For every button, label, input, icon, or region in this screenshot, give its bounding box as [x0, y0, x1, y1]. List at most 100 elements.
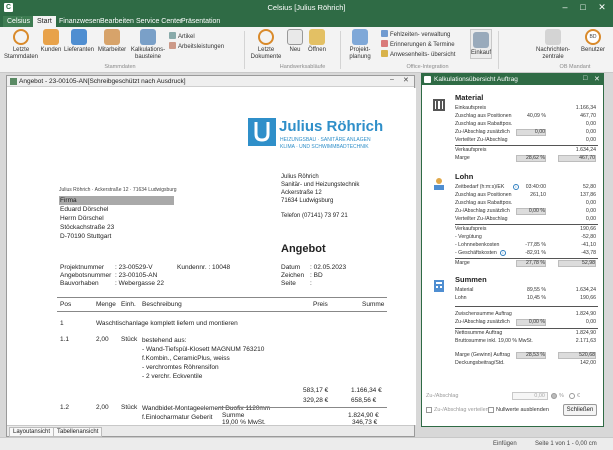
summen-row: Bruttosumme inkl. 19,00 % MwSt. 2.171,63	[455, 338, 596, 344]
shopping-icon	[473, 32, 489, 48]
ribbon-separator	[498, 31, 499, 69]
fehlzeiten-button[interactable]: Fehlzeiten- verwaltung	[381, 30, 450, 39]
menu-praesentation[interactable]: Präsentation	[177, 16, 224, 27]
verteilen-label: Zu-/Abschlag verteilen	[434, 407, 489, 413]
kalkulationsbausteine-button[interactable]: Kalkulations- bausteine	[130, 29, 166, 61]
new-doc-icon	[287, 29, 303, 45]
menu-celsius[interactable]: Celsius	[3, 16, 34, 27]
close-icon[interactable]: ✕	[594, 1, 610, 13]
maximize-icon[interactable]: □	[575, 1, 591, 13]
schliessen-button[interactable]: Schließen	[563, 404, 597, 416]
panel-icon	[424, 76, 431, 83]
verteilen-checkbox[interactable]	[426, 407, 432, 413]
col-einh: Einh.	[121, 301, 136, 308]
view-tabs: Layoutansicht Tabellenansicht	[7, 425, 414, 437]
col-summe: Summe	[362, 301, 385, 308]
recent-docs-icon	[258, 29, 274, 45]
einkauf-button[interactable]: Einkauf	[470, 29, 492, 59]
group-ob-label: OB Mandant	[559, 64, 591, 70]
summen-separator	[455, 328, 598, 329]
history-icon	[13, 29, 29, 45]
summen-zuschlag-input[interactable]: 0,00 %	[516, 319, 546, 326]
company-logo-icon	[248, 118, 276, 146]
lohn-row: Marge 27,78 % 52,98	[455, 260, 596, 267]
anwesenheit-button[interactable]: Anwesenheits- übersicht	[381, 50, 455, 59]
lohn-row: Verkaufspreis 190,66	[455, 226, 596, 232]
panel-close-icon[interactable]: ✕	[594, 75, 600, 83]
erinnerungen-button[interactable]: Erinnerungen & Termine	[381, 40, 455, 49]
item-pos: 1.2	[60, 404, 70, 411]
meta-value: :	[310, 280, 312, 287]
percent-label: %	[559, 393, 564, 399]
summen-row: Marge (Gewinn) Auftrag 28,53 % 520,68	[455, 352, 596, 359]
work-icon	[169, 42, 176, 49]
mitarbeiter-button[interactable]: Mitarbeiter	[96, 29, 128, 54]
letzte-dokumente-button[interactable]: Letzte Dokumente	[250, 29, 282, 61]
kunden-button[interactable]: Kunden	[40, 29, 62, 54]
minimize-icon[interactable]: –	[557, 1, 573, 13]
window-title: Celsius [Julius Röhrich]	[267, 3, 346, 12]
material-row: Zuschlag aus Rabattpos. 0,00	[455, 121, 596, 127]
group-stammdaten-label: Stammdaten	[104, 64, 136, 70]
menu-bar: Celsius Start Finanzwesen Bearbeiten Ser…	[0, 15, 613, 27]
lohn-zuschlag-input[interactable]: 0,00 %	[516, 208, 546, 215]
meta-key: Zeichen	[281, 272, 305, 279]
menu-start[interactable]: Start	[33, 16, 56, 27]
open-folder-icon	[309, 29, 325, 45]
ribbon-separator	[340, 31, 341, 69]
title-bar: C Celsius [Julius Röhrich] – □ ✕	[0, 0, 613, 15]
item-einh: Stück	[121, 404, 138, 411]
lohn-row: Zuschlag aus Positionen 261,10 137,86	[455, 192, 596, 198]
company-name: Julius Röhrich	[279, 118, 384, 135]
sender-block-line: Sanitär- und Heizungstechnik	[281, 182, 360, 188]
lohn-row: - Vergütung -52,80	[455, 234, 596, 240]
tab-tabellenansicht[interactable]: Tabellenansicht	[53, 427, 103, 437]
item-desc-line: - 2 verchr. Eckventile	[142, 373, 203, 380]
summe-label: Summe	[222, 412, 245, 419]
summe-value: 1.824,90 €	[348, 412, 379, 419]
euro-radio[interactable]	[569, 393, 575, 399]
percent-radio[interactable]	[551, 393, 557, 399]
neu-button[interactable]: Neu	[285, 29, 305, 54]
doc-close-icon[interactable]: ✕	[403, 76, 409, 84]
euro-label: €	[577, 393, 581, 399]
item-einh: Stück	[121, 336, 138, 343]
meta-value: : 02.05.2023	[310, 264, 347, 271]
info-icon[interactable]: i	[500, 250, 506, 256]
article-icon	[169, 32, 176, 39]
status-bar: Einfügen Seite 1 von 1 - 0,00 cm	[0, 437, 613, 450]
doc-minimize-icon[interactable]: –	[390, 76, 394, 83]
col-menge: Menge	[96, 301, 116, 308]
panel-restore-icon[interactable]: □	[583, 75, 587, 82]
section-lohn-title: Lohn	[455, 172, 474, 181]
group-office-label: Office-Integration	[406, 64, 449, 70]
customer-icon	[43, 29, 59, 45]
recipient-line: D-70190 Stuttgart	[60, 233, 112, 240]
kunden-nr: Kundennr. : 10048	[177, 264, 231, 271]
lohn-row: Verteilter Zu-/Abschlag 0,00	[455, 216, 596, 222]
document-type-heading: Angebot	[281, 243, 326, 255]
sender-block-line: Julius Röhrich	[281, 174, 319, 180]
nachrichtenzentrale-button[interactable]: Nachrichten- zentrale	[535, 29, 571, 61]
zu-abschlag-input[interactable]: 0,00	[512, 392, 548, 400]
benutzer-button[interactable]: BD Benutzer	[580, 29, 606, 54]
material-row: Verkaufspreis 1.634,24	[455, 147, 596, 153]
col-pos: Pos	[60, 301, 72, 308]
lieferanten-button[interactable]: Lieferanten	[63, 29, 95, 54]
artikel-button[interactable]: Artikel	[169, 32, 195, 41]
user-avatar: BD	[585, 29, 601, 45]
nullwerte-checkbox[interactable]	[488, 407, 494, 413]
item-preis: 583,17 €	[303, 387, 329, 394]
document-page: Julius Röhrich HEIZUNGSBAU · SANITÄRE AN…	[47, 88, 416, 425]
material-zuschlag-input[interactable]: 0,00	[516, 129, 546, 136]
projektplanung-button[interactable]: Projekt- planung	[344, 29, 376, 61]
letzte-stammdaten-button[interactable]: Letzte Stammdaten	[4, 29, 38, 61]
tab-layoutansicht[interactable]: Layoutansicht	[9, 427, 55, 437]
item-pos: 1	[60, 320, 64, 327]
summen-row: Material 89,55 % 1.634,24	[455, 287, 596, 293]
document-window-titlebar: Angebot - 23-00105-AN[Schreibgeschützt n…	[7, 76, 414, 87]
oeffnen-button[interactable]: Öffnen	[306, 29, 328, 54]
arbeitsleistungen-button[interactable]: Arbeitsleistungen	[169, 42, 224, 51]
worker-icon	[434, 178, 444, 190]
message-icon	[545, 29, 561, 45]
